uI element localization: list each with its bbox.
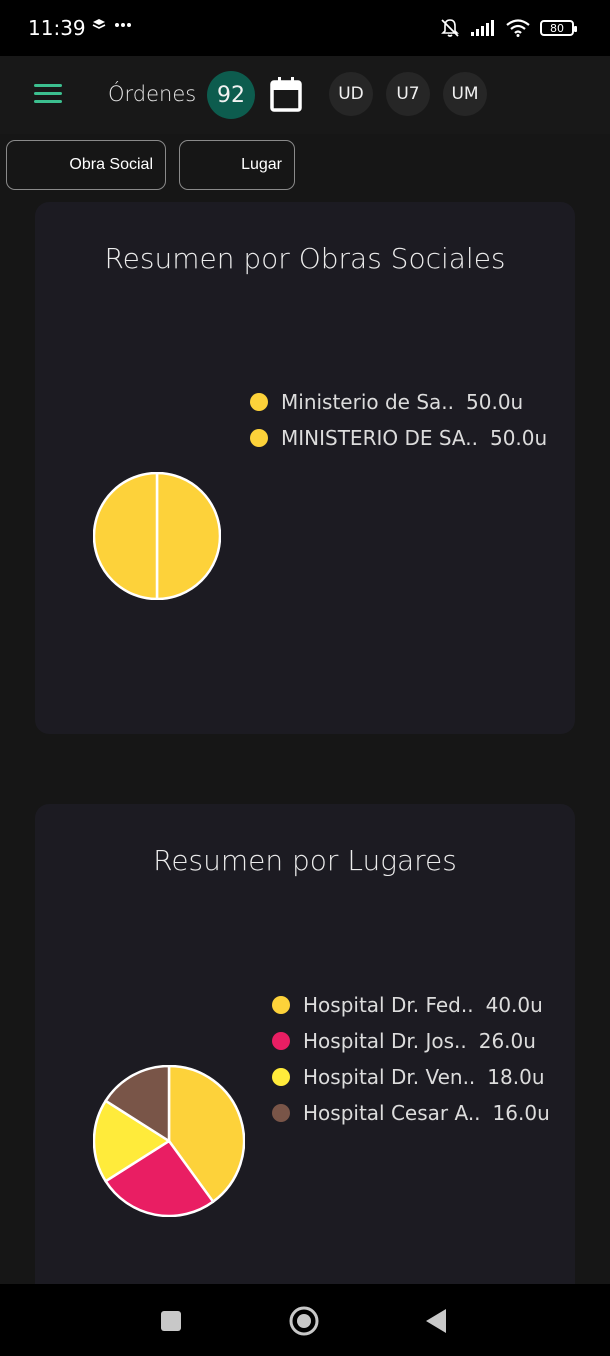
unit-label: UM (451, 84, 479, 104)
card-title: Resumen por Obras Sociales (104, 242, 506, 275)
bell-off-icon (441, 19, 459, 37)
system-nav-bar (0, 1284, 610, 1356)
app-bar: Órdenes 92 UD U7 UM (0, 56, 610, 134)
filter-label: Obra Social (69, 156, 153, 173)
home-circle-icon[interactable] (288, 1305, 320, 1337)
signal-icon (471, 20, 494, 36)
legend-color-dot (272, 1068, 290, 1086)
pie-slice (93, 472, 159, 600)
status-right-icons: 80 (440, 18, 577, 38)
legend-item: Hospital Dr. Fed.. 40.0u (272, 987, 550, 1023)
legend-value: 50.0u (466, 390, 524, 414)
legend-value: 40.0u (485, 993, 543, 1017)
obras-sociales-card: Resumen por Obras Sociales Ministerio de… (35, 202, 575, 734)
legend-item: Hospital Cesar A.. 16.0u (272, 1095, 550, 1131)
calendar-icon[interactable] (270, 76, 302, 112)
orders-count: 92 (217, 82, 245, 108)
lugares-pie-chart (93, 1065, 245, 1217)
legend-color-dot (272, 1104, 290, 1122)
status-time: 11:39 (28, 16, 86, 40)
more-dots-icon (115, 23, 131, 27)
status-bar: 11:39 80 (0, 0, 610, 56)
lugares-legend: Hospital Dr. Fed.. 40.0u Hospital Dr. Jo… (272, 987, 550, 1131)
legend-color-dot (272, 1032, 290, 1050)
legend-label: Hospital Dr. Ven.. (303, 1065, 476, 1089)
lugares-card: Resumen por Lugares Hospital Dr. Fed.. 4… (35, 804, 575, 1304)
obra-social-filter-button[interactable]: Obra Social (6, 140, 166, 190)
filter-label: Lugar (241, 156, 282, 173)
legend-value: 26.0u (478, 1029, 536, 1053)
unit-button-um[interactable]: UM (443, 72, 487, 116)
obras-legend: Ministerio de Sa.. 50.0u MINISTERIO DE S… (250, 384, 547, 456)
legend-color-dot (250, 429, 268, 447)
lugar-filter-button[interactable]: Lugar (179, 140, 295, 190)
legend-value: 16.0u (492, 1101, 550, 1125)
unit-button-ud[interactable]: UD (329, 72, 373, 116)
hamburger-menu-icon[interactable] (34, 84, 62, 106)
recents-square-icon[interactable] (160, 1310, 182, 1332)
battery-icon: 80 (540, 20, 577, 36)
legend-label: Ministerio de Sa.. (281, 390, 455, 414)
legend-color-dot (250, 393, 268, 411)
unit-label: UD (338, 84, 364, 104)
orders-count-badge: 92 (207, 71, 255, 119)
battery-level: 80 (550, 21, 564, 35)
legend-label: Hospital Cesar A.. (303, 1101, 481, 1125)
obras-pie-chart (93, 472, 221, 600)
legend-label: Hospital Dr. Fed.. (303, 993, 474, 1017)
back-triangle-icon[interactable] (425, 1308, 447, 1334)
legend-value: 50.0u (489, 426, 548, 450)
layers-icon (92, 19, 106, 29)
legend-label: MINISTERIO DE SA.. (281, 426, 478, 450)
unit-label: U7 (396, 84, 420, 104)
pie-slice (155, 472, 221, 600)
legend-item: Ministerio de Sa.. 50.0u (250, 384, 547, 420)
legend-item: Hospital Dr. Jos.. 26.0u (272, 1023, 550, 1059)
page-title: Órdenes (108, 82, 197, 106)
card-title: Resumen por Lugares (153, 844, 457, 877)
legend-item: MINISTERIO DE SA.. 50.0u (250, 420, 547, 456)
wifi-icon (506, 19, 530, 37)
legend-label: Hospital Dr. Jos.. (303, 1029, 467, 1053)
legend-value: 18.0u (487, 1065, 545, 1089)
status-left-icons (92, 18, 132, 32)
legend-color-dot (272, 996, 290, 1014)
unit-button-u7[interactable]: U7 (386, 72, 430, 116)
legend-item: Hospital Dr. Ven.. 18.0u (272, 1059, 550, 1095)
